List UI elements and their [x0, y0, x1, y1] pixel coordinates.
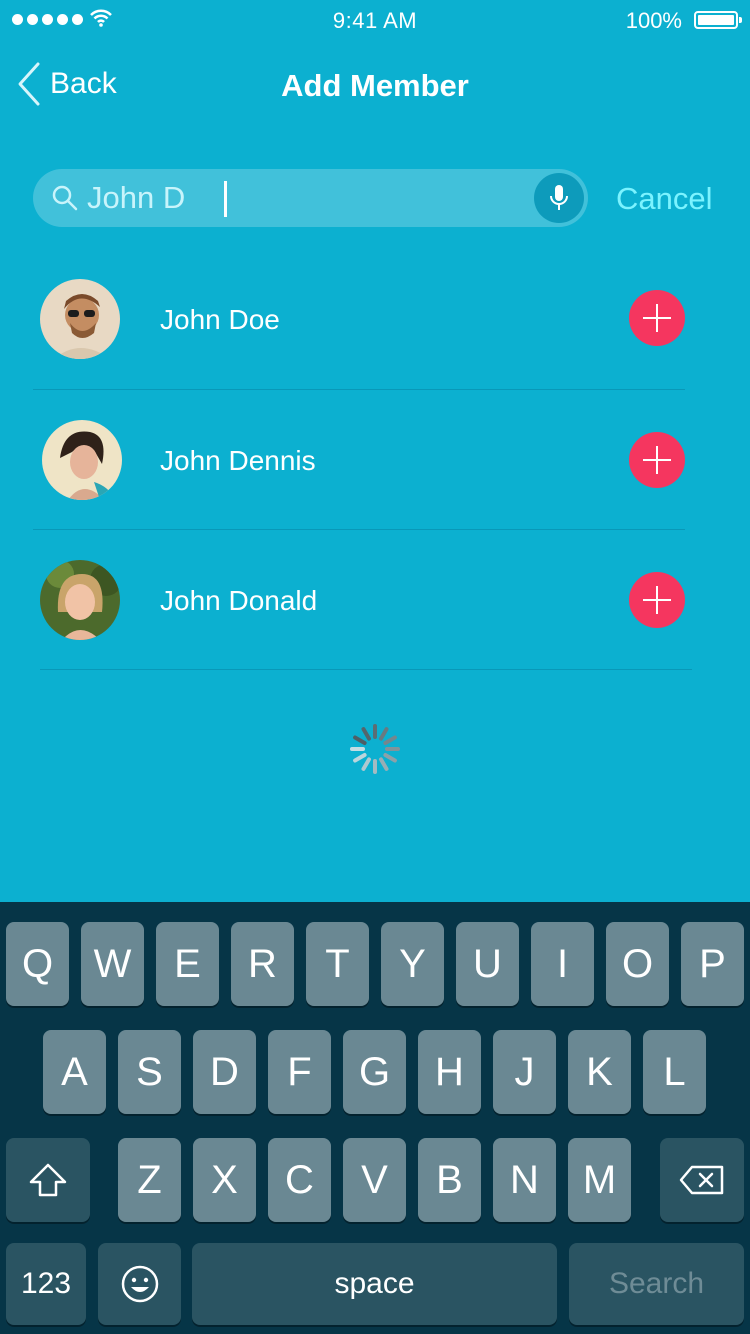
battery-percentage: 100%: [625, 8, 682, 33]
key-m[interactable]: M: [568, 1138, 631, 1222]
cancel-button[interactable]: Cancel: [616, 181, 713, 217]
key-l[interactable]: L: [643, 1030, 706, 1114]
key-a[interactable]: A: [43, 1030, 106, 1114]
key-t[interactable]: T: [306, 922, 369, 1006]
divider: [40, 669, 692, 670]
page-title: Add Member: [281, 68, 469, 103]
avatar: [40, 279, 120, 359]
key-d[interactable]: D: [193, 1030, 256, 1114]
add-member-button[interactable]: [629, 572, 685, 628]
add-member-button[interactable]: [629, 290, 685, 346]
search-bar[interactable]: [33, 169, 588, 227]
key-o[interactable]: O: [606, 922, 669, 1006]
key-r[interactable]: R: [231, 922, 294, 1006]
microphone-icon: [550, 185, 568, 210]
key-b[interactable]: B: [418, 1138, 481, 1222]
loading-spinner-icon: [350, 724, 400, 774]
key-q[interactable]: Q: [6, 922, 69, 1006]
microphone-button[interactable]: [534, 173, 584, 223]
search-icon: [52, 185, 78, 211]
key-v[interactable]: V: [343, 1138, 406, 1222]
delete-key[interactable]: [660, 1138, 744, 1222]
shift-key[interactable]: [6, 1138, 90, 1222]
keyboard: Q W E R T Y U I O P A S D F G H J K L Z …: [0, 902, 750, 1334]
member-row[interactable]: John Doe: [0, 250, 750, 390]
avatar: [42, 420, 122, 500]
key-u[interactable]: U: [456, 922, 519, 1006]
search-input[interactable]: [87, 169, 507, 227]
key-p[interactable]: P: [681, 922, 744, 1006]
key-f[interactable]: F: [268, 1030, 331, 1114]
member-row[interactable]: John Dennis: [0, 390, 750, 530]
status-bar: 9:41 AM 100%: [0, 0, 750, 40]
add-member-button[interactable]: [629, 432, 685, 488]
delete-icon: [679, 1165, 724, 1195]
key-j[interactable]: J: [493, 1030, 556, 1114]
key-y[interactable]: Y: [381, 922, 444, 1006]
key-x[interactable]: X: [193, 1138, 256, 1222]
key-h[interactable]: H: [418, 1030, 481, 1114]
member-row[interactable]: John Donald: [0, 530, 750, 670]
emoji-key[interactable]: [98, 1243, 181, 1325]
key-n[interactable]: N: [493, 1138, 556, 1222]
navigation-bar: Back Add Member: [0, 50, 750, 120]
key-k[interactable]: K: [568, 1030, 631, 1114]
member-name: John Doe: [160, 304, 280, 335]
avatar: [40, 560, 120, 640]
search-key[interactable]: Search: [569, 1243, 744, 1325]
key-g[interactable]: G: [343, 1030, 406, 1114]
key-i[interactable]: I: [531, 922, 594, 1006]
key-e[interactable]: E: [156, 922, 219, 1006]
key-z[interactable]: Z: [118, 1138, 181, 1222]
member-name: John Donald: [160, 585, 318, 616]
battery-icon: [694, 11, 742, 29]
shift-icon: [29, 1163, 67, 1197]
key-w[interactable]: W: [81, 922, 144, 1006]
space-key[interactable]: space: [192, 1243, 557, 1325]
key-c[interactable]: C: [268, 1138, 331, 1222]
member-name: John Dennis: [160, 445, 316, 476]
numbers-key[interactable]: 123: [6, 1243, 86, 1325]
emoji-icon: [121, 1265, 158, 1303]
text-cursor: [224, 181, 227, 217]
key-s[interactable]: S: [118, 1030, 181, 1114]
